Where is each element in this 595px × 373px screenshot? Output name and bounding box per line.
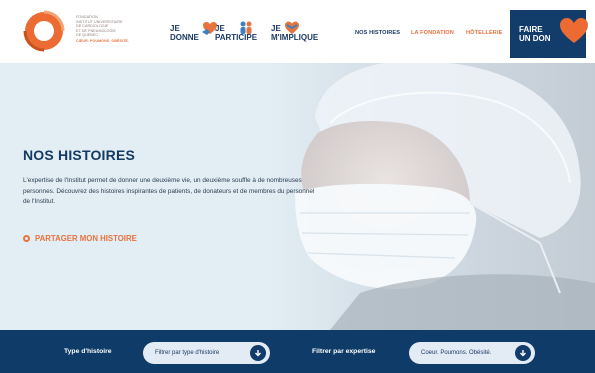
share-story-label: PARTAGER MON HISTOIRE <box>35 234 137 243</box>
engage-je-participe[interactable]: JE PARTICIPE <box>215 20 257 42</box>
logo-tagline: CŒUR. POUMONS. OBÉSITÉ. <box>76 38 130 43</box>
filter-bar: Type d'histoire Filtrer par type d'histo… <box>0 330 595 373</box>
nav-la-fondation[interactable]: LA FONDATION <box>411 30 454 36</box>
engage-je-donne[interactable]: JE DONNE <box>170 20 219 42</box>
expertise-label: Filtrer par expertise <box>312 348 376 355</box>
logo-text: FONDATION INSTITUT UNIVERSITAIRE DE CARD… <box>76 15 156 44</box>
chevron-down-icon <box>250 345 266 361</box>
expertise-select[interactable]: Coeur. Poumons. Obésité. <box>409 342 535 364</box>
nav-nos-histoires[interactable]: NOS HISTOIRES <box>355 30 400 36</box>
story-type-select[interactable]: Filtrer par type d'histoire <box>143 342 270 364</box>
donate-label: FAIRE UN DON <box>519 25 551 43</box>
hero-description: L'expertise de l'Institut permet de donn… <box>23 177 315 205</box>
logo-mark-icon <box>22 9 66 53</box>
foundation-logo[interactable]: FONDATION INSTITUT UNIVERSITAIRE DE CARD… <box>22 9 156 53</box>
share-story-link[interactable]: PARTAGER MON HISTOIRE <box>23 234 137 243</box>
nav-hotellerie[interactable]: HÔTELLERIE <box>466 30 502 36</box>
chevron-down-icon <box>515 345 531 361</box>
donate-line2: UN DON <box>519 33 551 43</box>
page-title: NOS HISTOIRES <box>23 147 136 163</box>
engage-line2: DONNE <box>170 32 199 42</box>
heart-ribbon-icon <box>285 21 300 34</box>
heart-icon <box>560 18 588 43</box>
engage-je-m-implique[interactable]: JE M'IMPLIQUE <box>271 20 318 42</box>
circle-bullet-icon <box>23 235 30 242</box>
site-header: FONDATION INSTITUT UNIVERSITAIRE DE CARD… <box>0 0 595 63</box>
story-type-label: Type d'histoire <box>64 348 112 355</box>
logo-line: DE QUÉBEC <box>76 33 99 38</box>
story-type-value: Filtrer par type d'histoire <box>155 350 220 356</box>
people-icon <box>240 21 252 34</box>
hero-section: NOS HISTOIRES L'expertise de l'Institut … <box>0 63 595 330</box>
donate-button[interactable]: FAIRE UN DON <box>510 10 588 58</box>
engage-label: JE DONNE <box>170 24 199 42</box>
expertise-value: Coeur. Poumons. Obésité. <box>421 350 492 356</box>
